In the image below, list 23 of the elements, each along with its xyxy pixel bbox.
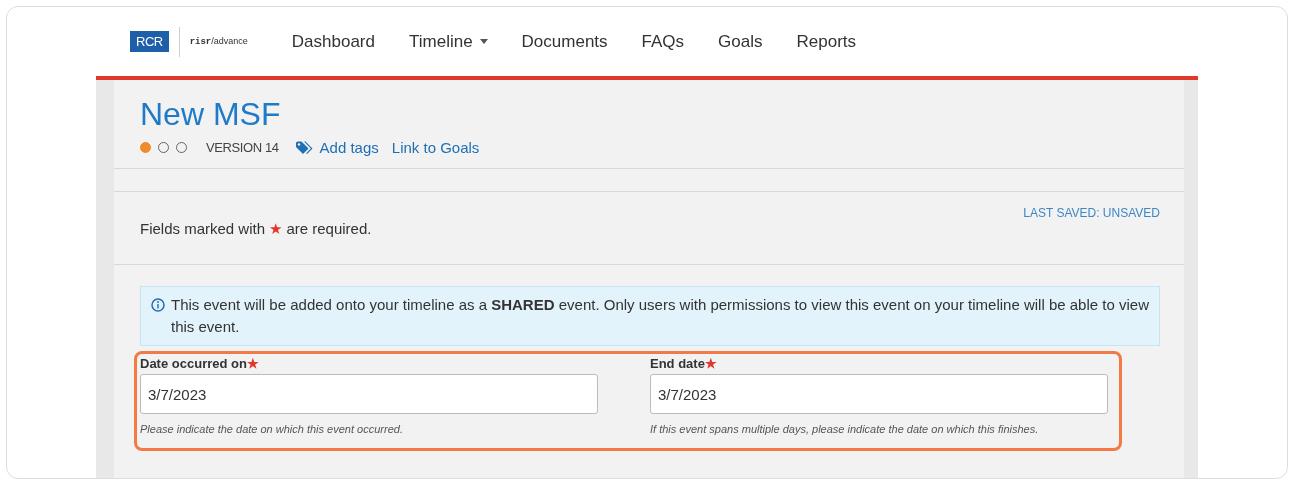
nav-link[interactable]: Dashboard xyxy=(291,31,375,52)
required-note: Fields marked with ★ are required. xyxy=(140,220,372,238)
nav-link[interactable]: FAQs xyxy=(641,31,685,52)
last-saved-status: LAST SAVED: UNSAVED xyxy=(1023,206,1160,222)
nav-link[interactable]: Goals xyxy=(718,31,763,52)
field-label: Date occurred on★ xyxy=(140,356,260,371)
logo: RCR xyxy=(130,31,169,52)
page-title: New MSF xyxy=(140,96,282,133)
version-label: VERSION 14 xyxy=(206,140,279,155)
date-input[interactable]: 3/7/2023 xyxy=(650,374,1108,414)
info-text: This event will be added onto your timeline as a SHARED event. Only users with permissions to view this event on your timeline will be able to view this event. xyxy=(171,295,1149,337)
nav-link[interactable]: Reports xyxy=(796,31,857,52)
field-hint: If this event spans multiple days, please indicate the date on which this finishes. xyxy=(650,422,1040,437)
nav-link[interactable]: Documents xyxy=(521,31,608,52)
date-input[interactable]: 3/7/2023 xyxy=(140,374,598,414)
field-label: End date★ xyxy=(650,356,718,371)
product-logo: risr/advance xyxy=(189,36,248,47)
tag-icon xyxy=(295,140,314,155)
link-to-goals[interactable]: Link to Goals xyxy=(391,139,480,156)
add-tags-link[interactable]: Add tags xyxy=(295,139,379,156)
field-hint: Please indicate the date on which this event occurred. xyxy=(140,422,404,437)
nav-link[interactable]: Timeline xyxy=(409,31,488,52)
info-icon xyxy=(151,298,165,312)
